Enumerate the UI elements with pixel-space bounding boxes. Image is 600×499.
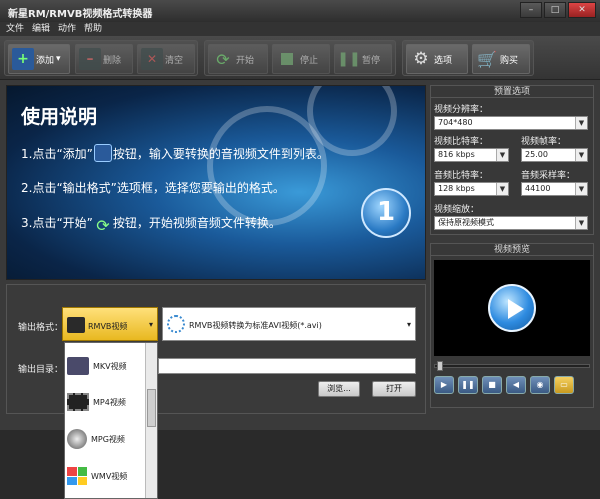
chevron-down-icon: ▾ <box>56 54 61 64</box>
preset-title: 预置选项 <box>431 86 593 98</box>
video-bitrate-label: 视频比特率： <box>434 137 489 147</box>
output-dir-input[interactable] <box>158 358 416 374</box>
minimize-button[interactable]: – <box>520 2 542 18</box>
start-button[interactable]: ⟳ 开始 <box>208 44 268 74</box>
instruction-step-1: 1.点击“添加” 按钮，输入要转换的音视频文件到列表。 <box>21 144 329 162</box>
options-button[interactable]: ⚙ 选项 <box>406 44 468 74</box>
format-description-select[interactable]: RMVB视频转换为标准AVI视频(*.avi) ▾ <box>162 307 416 341</box>
format-dropdown-list: MKV视频 MP4视频 MPG视频 WMV视频 <box>64 342 158 499</box>
video-preview: 视频预览 ▶ ❚❚ ■ ◀ ◉ ▭ <box>430 243 594 408</box>
menu-edit[interactable]: 编辑 <box>32 22 50 36</box>
film-icon <box>67 317 85 333</box>
audio-bitrate-label: 音频比特率： <box>434 171 489 181</box>
preview-title: 视频预览 <box>431 244 593 256</box>
film-add-icon <box>93 144 112 162</box>
volume-icon[interactable]: ◀ <box>506 376 526 394</box>
list-item[interactable]: MP4视频 <box>67 389 145 415</box>
open-button[interactable]: 打开 <box>372 381 416 397</box>
dropdown-scrollbar[interactable] <box>145 343 157 498</box>
film-add-icon: + <box>12 48 34 70</box>
buy-button[interactable]: 🛒 购买 <box>472 44 530 74</box>
title-bar[interactable]: 新星RM/RMVB视频格式转换器 – □ ✕ <box>0 0 600 22</box>
refresh-icon: ⟳ <box>216 49 230 69</box>
resolution-label: 视频分辨率： <box>434 105 489 115</box>
clear-button[interactable]: ✕ 清空 <box>137 44 195 74</box>
chevron-down-icon: ▼ <box>575 149 587 161</box>
seek-knob[interactable] <box>437 361 443 371</box>
refresh-icon: ⟳ <box>96 216 110 235</box>
pause-button[interactable]: ❚❚ <box>458 376 478 394</box>
extra-group: ⚙ 选项 🛒 购买 <box>402 40 534 76</box>
gear-icon: ⚙ <box>413 49 429 69</box>
film-clear-icon: ✕ <box>141 48 163 70</box>
add-button[interactable]: + 添加 ▾ <box>8 44 70 74</box>
instructions-banner: 使用说明 1.点击“添加” 按钮，输入要转换的音视频文件到列表。 2.点击“输出格… <box>6 85 426 280</box>
seek-slider[interactable] <box>434 361 590 371</box>
playback-controls: ▶ ❚❚ ■ ◀ ◉ ▭ <box>434 376 574 394</box>
samplerate-select[interactable]: 44100 ▼ <box>521 182 588 196</box>
scale-select[interactable]: 保持原视频模式 ▼ <box>434 216 588 230</box>
chevron-down-icon: ▼ <box>575 117 587 129</box>
play-icon[interactable] <box>488 284 536 332</box>
banner-heading: 使用说明 <box>21 106 98 128</box>
output-format-label: 输出格式： <box>18 323 64 333</box>
chevron-down-icon: ▾ <box>148 320 153 329</box>
close-button[interactable]: ✕ <box>568 2 596 18</box>
samplerate-label: 音频采样率： <box>521 171 576 181</box>
format-icon <box>167 315 185 333</box>
browse-button[interactable]: 浏览... <box>318 381 360 397</box>
framerate-label: 视频帧率： <box>521 137 567 147</box>
folder-icon[interactable]: ▭ <box>554 376 574 394</box>
resolution-select[interactable]: 704*480 ▼ <box>434 116 588 130</box>
framerate-select[interactable]: 25.00 ▼ <box>521 148 588 162</box>
window-title: 新星RM/RMVB视频格式转换器 <box>8 9 153 20</box>
preset-options: 预置选项 视频分辨率： 704*480 ▼ 视频比特率： 视频帧率： 816 kb… <box>430 85 594 235</box>
chevron-down-icon: ▼ <box>496 183 508 195</box>
list-item[interactable]: MKV视频 <box>67 353 145 379</box>
output-format-select[interactable]: RMVB视频 ▾ <box>62 307 158 341</box>
scale-label: 视频缩放： <box>434 205 480 215</box>
stop-icon <box>276 48 298 70</box>
cart-icon: 🛒 <box>477 49 497 69</box>
chevron-down-icon: ▼ <box>575 217 587 229</box>
scroll-thumb[interactable] <box>147 389 156 427</box>
windows-icon <box>67 467 87 485</box>
file-group: + 添加 ▾ – 删除 ✕ 清空 <box>4 40 198 76</box>
chevron-down-icon: ▼ <box>575 183 587 195</box>
delete-button[interactable]: – 删除 <box>75 44 133 74</box>
chevron-down-icon: ▼ <box>496 149 508 161</box>
toolbar: + 添加 ▾ – 删除 ✕ 清空 ⟳ 开始 停止 ❚❚ 暂停 ⚙ 选项 🛒 购买 <box>0 36 600 80</box>
audio-bitrate-select[interactable]: 128 kbps ▼ <box>434 182 509 196</box>
preview-screen <box>434 260 590 356</box>
menu-file[interactable]: 文件 <box>6 22 24 36</box>
output-dir-label: 输出目录： <box>18 365 64 375</box>
mkv-icon <box>67 357 89 375</box>
step-badge: 1 <box>361 188 411 238</box>
control-group: ⟳ 开始 停止 ❚❚ 暂停 <box>204 40 396 76</box>
menu-help[interactable]: 帮助 <box>84 22 102 36</box>
snapshot-icon[interactable]: ◉ <box>530 376 550 394</box>
pause-button[interactable]: ❚❚ 暂停 <box>334 44 392 74</box>
play-button[interactable]: ▶ <box>434 376 454 394</box>
menu-action[interactable]: 动作 <box>58 22 76 36</box>
pause-icon: ❚❚ <box>337 51 361 67</box>
list-item[interactable]: MPG视频 <box>67 426 145 452</box>
window-controls: – □ ✕ <box>520 2 596 18</box>
list-item[interactable]: WMV视频 <box>67 463 145 489</box>
film-icon <box>67 393 89 411</box>
reel-icon <box>67 429 87 449</box>
instruction-step-2: 2.点击“输出格式”选项框，选择您要输出的格式。 <box>21 181 285 195</box>
stop-button[interactable]: ■ <box>482 376 502 394</box>
menu-bar: 文件 编辑 动作 帮助 <box>0 22 600 36</box>
video-bitrate-select[interactable]: 816 kbps ▼ <box>434 148 509 162</box>
chevron-down-icon: ▾ <box>406 320 411 329</box>
film-remove-icon: – <box>79 48 101 70</box>
instruction-step-3: 3.点击“开始” ⟳ 按钮，开始视频音频文件转换。 <box>21 216 281 235</box>
maximize-button[interactable]: □ <box>544 2 566 18</box>
stop-button[interactable]: 停止 <box>272 44 330 74</box>
